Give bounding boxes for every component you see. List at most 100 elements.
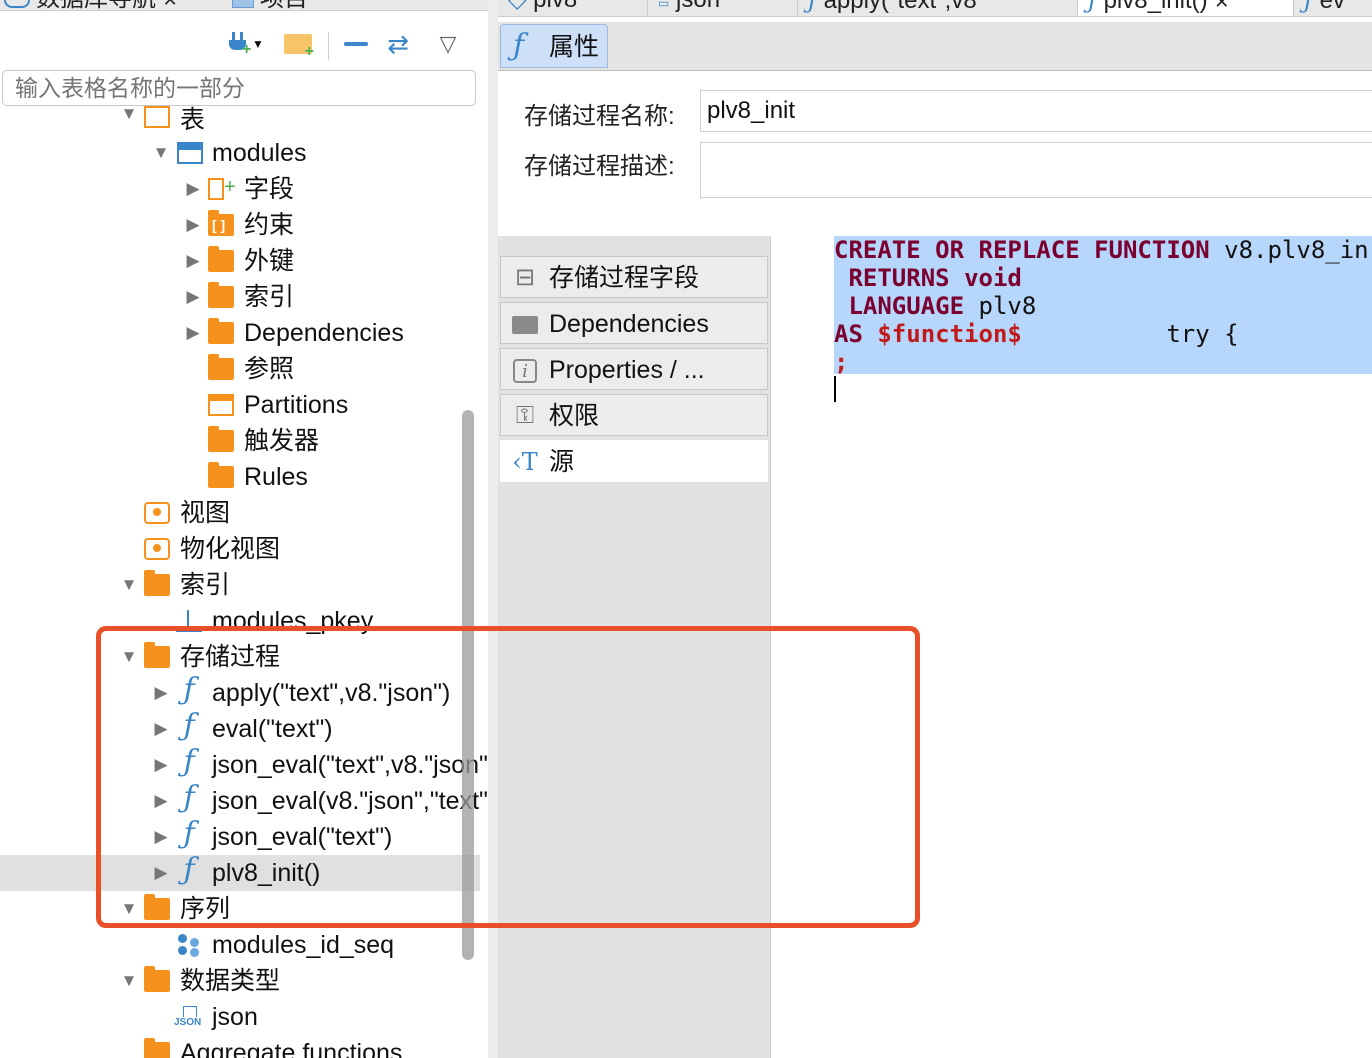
columns-icon: ⊟	[514, 264, 536, 291]
expand-arrow-icon[interactable]: ▶	[184, 315, 202, 351]
connect-button[interactable]: + ▼	[220, 28, 272, 60]
tree-node-function[interactable]: ▶ ƒ json_eval(v8."json","text")	[0, 780, 488, 819]
function-icon: ƒ	[513, 28, 525, 63]
new-folder-button[interactable]: +	[280, 28, 316, 60]
folder-icon	[208, 246, 234, 272]
tree-node-dependencies[interactable]: ▶ Dependencies	[0, 315, 480, 351]
tab-label: apply("text",v8	[823, 0, 977, 14]
tree-node-function[interactable]: ▶ ƒ json_eval("text",v8."json")	[0, 744, 488, 783]
expand-arrow-icon[interactable]: ▼	[152, 135, 170, 171]
tree-node-label: 字段	[244, 175, 295, 203]
tree-node-aggregate-functions[interactable]: Aggregate functions	[0, 1035, 480, 1058]
tree-node-tables[interactable]: ▼ 表	[0, 102, 480, 138]
editor-tab-eval[interactable]: ƒ ev	[1294, 0, 1372, 16]
tab-label: 数据库导航	[36, 0, 156, 12]
tree-node-data-types[interactable]: ▼ 数据类型	[0, 963, 480, 999]
side-tab-dependencies[interactable]: Dependencies	[500, 302, 768, 344]
table-icon	[177, 142, 203, 164]
tree-node-modules[interactable]: ▼ modules	[0, 135, 480, 171]
folder-icon	[208, 282, 234, 308]
code-keyword: AS	[834, 320, 863, 348]
tab-project[interactable]: 项目	[232, 0, 308, 11]
constraints-icon: [ ]	[208, 210, 234, 236]
editor-tab-plv8[interactable]: ◇ plv8	[498, 0, 648, 16]
view-menu-button[interactable]: ▽	[430, 28, 466, 60]
tree-node-foreign-keys[interactable]: ▶ 外键	[0, 243, 480, 279]
folder-icon	[208, 426, 234, 452]
tree-node-views[interactable]: 视图	[0, 495, 480, 531]
code-keyword: RETURNS	[848, 264, 950, 292]
index-icon	[176, 610, 202, 632]
info-icon: i	[509, 349, 541, 391]
expand-arrow-icon[interactable]: ▶	[152, 675, 170, 711]
tree-node-indexes-schema[interactable]: ▼ 索引	[0, 567, 480, 603]
close-icon[interactable]: ✕	[1214, 0, 1229, 12]
editor-tabbar: ◇ plv8 ▭ json ƒ apply("text",v8 ƒ plv8_i…	[498, 0, 1372, 17]
tree-node-constraints[interactable]: ▶ [ ] 约束	[0, 207, 480, 243]
tree-node-sequences[interactable]: ▼ 序列	[0, 891, 480, 927]
tree-node-function-selected[interactable]: ▶ ƒ plv8_init()	[0, 852, 480, 891]
tree-node-function[interactable]: ▶ ƒ eval("text")	[0, 708, 480, 747]
close-icon[interactable]: ✕	[163, 0, 178, 10]
expand-arrow-icon[interactable]: ▶	[152, 855, 170, 891]
partitions-icon	[208, 394, 234, 416]
tree-node-function[interactable]: ▶ ƒ apply("text",v8."json")	[0, 672, 480, 711]
editor-tab-plv8-init[interactable]: ƒ plv8_init() ✕	[1078, 0, 1294, 16]
tree-node-label: modules	[212, 139, 307, 167]
tree-node-indexes[interactable]: ▶ 索引	[0, 279, 480, 315]
expand-arrow-icon[interactable]: ▶	[184, 243, 202, 279]
expand-arrow-icon[interactable]: ▼	[120, 891, 138, 927]
collapse-all-button[interactable]	[338, 28, 374, 60]
editor-tab-apply[interactable]: ƒ apply("text",v8	[798, 0, 1078, 16]
expand-arrow-icon[interactable]: ▶	[184, 207, 202, 243]
tree-node-references[interactable]: 参照	[0, 351, 480, 387]
function-icon: ƒ	[183, 780, 195, 815]
expand-arrow-icon[interactable]: ▶	[152, 747, 170, 783]
expand-arrow-icon[interactable]: ▼	[120, 567, 138, 603]
tree-node-triggers[interactable]: 触发器	[0, 423, 480, 459]
expand-arrow-icon[interactable]: ▼	[120, 639, 138, 675]
tab-database-navigator[interactable]: 数据库导航 ✕	[4, 0, 178, 12]
expand-arrow-icon[interactable]: ▼	[120, 963, 138, 999]
side-tab-permissions[interactable]: ⚿ 权限	[500, 394, 768, 436]
procedure-description-field[interactable]	[700, 142, 1372, 198]
folder-icon	[144, 1038, 170, 1058]
code-keyword: LANGUAGE	[848, 292, 965, 320]
source-code-editor[interactable]: CREATE OR REPLACE FUNCTION v8.plv8_in RE…	[772, 236, 1372, 1058]
panel-splitter[interactable]	[488, 0, 498, 1058]
tree-node-rules[interactable]: Rules	[0, 459, 480, 495]
tree-node-procedures[interactable]: ▼ 存储过程	[0, 639, 480, 675]
add-icon: +	[224, 176, 236, 198]
procedure-name-label: 存储过程名称:	[524, 103, 675, 130]
tree-node-materialized-views[interactable]: 物化视图	[0, 531, 480, 567]
editor-tab-json[interactable]: ▭ json	[648, 0, 798, 16]
tree-scrollbar[interactable]	[462, 410, 474, 960]
tab-properties[interactable]: ƒ 属性	[500, 24, 608, 68]
tree-node-modules-id-seq[interactable]: modules_id_seq	[0, 927, 480, 963]
expand-arrow-icon[interactable]: ▼	[120, 96, 138, 132]
side-tab-properties[interactable]: i Properties / ...	[500, 348, 768, 390]
expand-arrow-icon[interactable]: ▶	[152, 711, 170, 747]
view-menu-icon: ▽	[439, 31, 457, 56]
link-with-editor-button[interactable]: ⇄	[380, 28, 416, 60]
side-tab-procedure-columns[interactable]: ⊟ 存储过程字段	[500, 256, 768, 298]
tree-node-label: modules_pkey	[212, 607, 374, 635]
tree-node-label: json_eval("text")	[212, 823, 393, 851]
project-icon	[232, 0, 254, 8]
tree-node-json-type[interactable]: JSON json	[0, 999, 480, 1035]
tree-node-modules-pkey[interactable]: modules_pkey	[0, 603, 480, 639]
expand-arrow-icon[interactable]: ▶	[184, 279, 202, 315]
tree-node-partitions[interactable]: Partitions	[0, 387, 480, 423]
procedure-name-field[interactable]	[700, 90, 1372, 132]
tree-node-columns[interactable]: ▶ + 字段	[0, 171, 480, 207]
tree-node-label: json_eval("text",v8."json")	[212, 751, 488, 779]
expand-arrow-icon[interactable]: ▶	[152, 819, 170, 855]
side-tab-source[interactable]: ‹T 源	[500, 440, 768, 482]
collapse-icon	[344, 42, 368, 46]
side-tab-label: Properties / ...	[549, 356, 705, 384]
tree-node-label: 视图	[180, 499, 231, 527]
expand-arrow-icon[interactable]: ▶	[152, 783, 170, 819]
code-string: $function$	[877, 320, 1022, 348]
expand-arrow-icon[interactable]: ▶	[184, 171, 202, 207]
tree-node-function[interactable]: ▶ ƒ json_eval("text")	[0, 816, 480, 855]
